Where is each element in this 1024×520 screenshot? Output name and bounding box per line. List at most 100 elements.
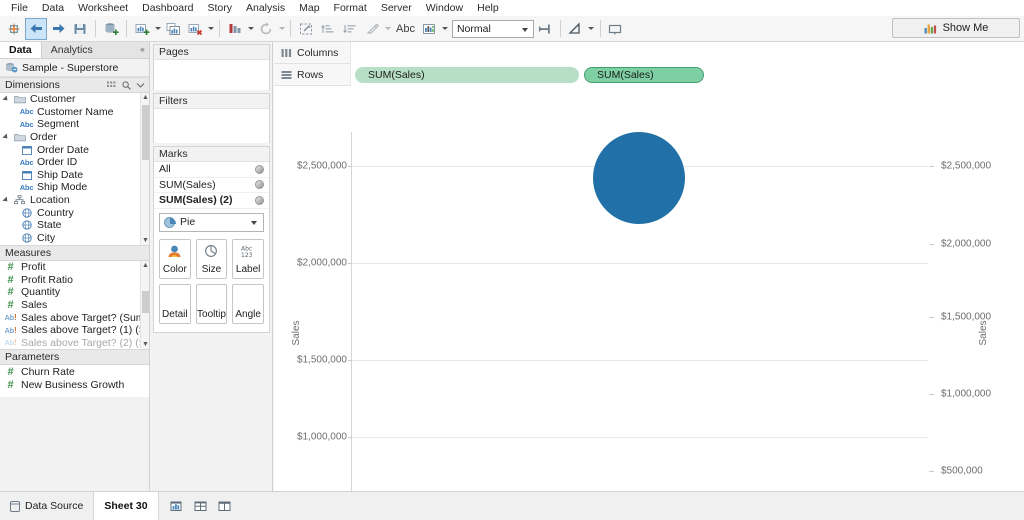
field-country[interactable]: Country bbox=[0, 206, 149, 219]
measures-list[interactable]: # Profit # Profit Ratio # Quantity # Sal… bbox=[0, 261, 149, 349]
back-arrow-icon[interactable] bbox=[25, 17, 47, 40]
new-data-source-icon[interactable] bbox=[100, 18, 122, 40]
field-location-group[interactable]: Location bbox=[0, 194, 149, 207]
pill-sum-sales-1[interactable]: SUM(Sales) bbox=[355, 66, 579, 83]
detail-button[interactable]: Detail bbox=[159, 283, 191, 324]
tab-data-source[interactable]: Data Source bbox=[0, 492, 95, 520]
angle-button[interactable]: Angle bbox=[232, 283, 264, 324]
menu-worksheet[interactable]: Worksheet bbox=[71, 0, 135, 16]
field-ship-date[interactable]: Ship Date bbox=[0, 169, 149, 182]
menu-dashboard[interactable]: Dashboard bbox=[135, 0, 200, 16]
field-customer-name[interactable]: Abc Customer Name bbox=[0, 106, 149, 119]
expand-triangle-icon[interactable] bbox=[2, 95, 10, 103]
marks-row-toggle-icon[interactable] bbox=[255, 180, 264, 190]
field-order-id[interactable]: Abc Order ID bbox=[0, 156, 149, 169]
field-new-business-growth[interactable]: # New Business Growth bbox=[0, 379, 149, 393]
marks-row-toggle-icon[interactable] bbox=[255, 195, 264, 205]
menu-window[interactable]: Window bbox=[419, 0, 470, 16]
sort-ascending-icon[interactable] bbox=[317, 18, 339, 40]
highlight-icon[interactable] bbox=[361, 18, 383, 40]
size-button[interactable]: Size bbox=[195, 238, 228, 279]
field-profit-ratio[interactable]: # Profit Ratio bbox=[0, 274, 149, 287]
dimensions-list[interactable]: Customer Abc Customer Name Abc Segment O… bbox=[0, 93, 149, 245]
refresh-data-icon[interactable] bbox=[255, 18, 277, 40]
pill-sum-sales-2[interactable]: SUM(Sales) bbox=[584, 66, 704, 83]
menu-server[interactable]: Server bbox=[374, 0, 419, 16]
scroll-down-icon[interactable]: ▼ bbox=[141, 236, 149, 245]
field-city[interactable]: City bbox=[0, 232, 149, 245]
new-dashboard-icon[interactable] bbox=[193, 499, 208, 513]
marks-row-toggle-icon[interactable] bbox=[255, 164, 264, 174]
format-icon[interactable] bbox=[565, 18, 587, 40]
field-sales-above-target-sum[interactable]: Ab Sales above Target? (Sum) bbox=[0, 311, 149, 324]
fit-select[interactable]: Normal bbox=[451, 19, 534, 38]
field-quantity[interactable]: # Quantity bbox=[0, 286, 149, 299]
pages-drop-area[interactable] bbox=[154, 60, 269, 90]
fix-axes-icon[interactable] bbox=[534, 18, 556, 40]
menu-data[interactable]: Data bbox=[35, 0, 71, 16]
marks-row-sum-sales[interactable]: SUM(Sales) bbox=[154, 178, 269, 193]
field-sales-above-target-1[interactable]: Ab Sales above Target? (1) (Su... bbox=[0, 324, 149, 337]
format-dropdown-caret-icon[interactable] bbox=[587, 18, 596, 40]
plot-area[interactable]: $2,500,000 $2,000,000 $1,500,000 $1,000,… bbox=[297, 132, 928, 520]
menu-help[interactable]: Help bbox=[470, 0, 506, 16]
filters-drop-area[interactable] bbox=[154, 109, 269, 143]
pin-icon[interactable]: ⌖ bbox=[140, 45, 145, 55]
marks-row-sum-sales-2[interactable]: SUM(Sales) (2) bbox=[154, 193, 269, 209]
field-segment[interactable]: Abc Segment bbox=[0, 118, 149, 131]
field-state[interactable]: State bbox=[0, 219, 149, 232]
mark-type-select[interactable]: Pie bbox=[159, 212, 264, 232]
menu-file[interactable]: File bbox=[4, 0, 35, 16]
dimensions-scrollbar[interactable]: ▲ ▼ bbox=[140, 93, 149, 245]
forward-arrow-icon[interactable] bbox=[47, 18, 69, 40]
field-customer-group[interactable]: Customer bbox=[0, 93, 149, 106]
swap-dropdown-caret-icon[interactable] bbox=[246, 18, 255, 40]
search-icon[interactable] bbox=[122, 80, 131, 90]
refresh-dropdown-caret-icon[interactable] bbox=[277, 18, 286, 40]
save-icon[interactable] bbox=[69, 18, 91, 40]
swap-rows-columns-icon[interactable] bbox=[224, 18, 246, 40]
show-me-button[interactable]: Show Me bbox=[892, 18, 1020, 38]
tableau-logo-icon[interactable] bbox=[3, 18, 25, 40]
data-source-row[interactable]: Sample - Superstore bbox=[0, 59, 149, 77]
color-button[interactable]: Color bbox=[159, 238, 191, 279]
tab-sheet-30[interactable]: Sheet 30 bbox=[94, 492, 159, 520]
grid-view-icon[interactable] bbox=[107, 81, 117, 89]
field-ship-mode[interactable]: Abc Ship Mode bbox=[0, 181, 149, 194]
presentation-mode-icon[interactable] bbox=[419, 18, 441, 40]
new-story-icon[interactable] bbox=[217, 499, 232, 513]
field-sales-above-target-2[interactable]: Ab Sales above Target? (2) (Su... bbox=[0, 337, 149, 349]
new-worksheet-icon[interactable] bbox=[169, 499, 184, 513]
clear-sheet-icon[interactable] bbox=[184, 18, 206, 40]
scroll-up-icon[interactable]: ▲ bbox=[141, 261, 149, 270]
scroll-up-icon[interactable]: ▲ bbox=[141, 93, 149, 102]
show-mark-labels-label[interactable]: Abc bbox=[392, 23, 419, 35]
new-worksheet-icon[interactable] bbox=[131, 18, 153, 40]
rows-drop-area[interactable]: SUM(Sales) SUM(Sales) bbox=[350, 63, 1024, 86]
parameters-list[interactable]: # Churn Rate # New Business Growth bbox=[0, 365, 149, 397]
columns-drop-area[interactable] bbox=[350, 41, 1024, 64]
field-churn-rate[interactable]: # Churn Rate bbox=[0, 365, 149, 379]
expand-triangle-icon[interactable] bbox=[2, 133, 10, 141]
field-profit[interactable]: # Profit bbox=[0, 261, 149, 274]
new-worksheet-dropdown-caret-icon[interactable] bbox=[153, 18, 162, 40]
field-sales[interactable]: # Sales bbox=[0, 299, 149, 312]
menu-analysis[interactable]: Analysis bbox=[239, 0, 292, 16]
scrollbar-thumb[interactable] bbox=[142, 291, 149, 313]
tooltip-button[interactable]: Tooltip bbox=[195, 283, 228, 324]
chevron-down-icon[interactable] bbox=[136, 82, 145, 88]
right-axis[interactable]: $2,500,000 $2,000,000 $1,500,000 $1,000,… bbox=[929, 132, 1024, 520]
pie-mark[interactable] bbox=[593, 132, 685, 224]
menu-format[interactable]: Format bbox=[327, 0, 374, 16]
tab-analytics[interactable]: Analytics bbox=[42, 42, 102, 58]
tab-data[interactable]: Data bbox=[0, 42, 42, 58]
field-order-date[interactable]: Order Date bbox=[0, 143, 149, 156]
expand-triangle-icon[interactable] bbox=[2, 196, 10, 204]
menu-map[interactable]: Map bbox=[292, 0, 326, 16]
label-button[interactable]: Abc 123 Label bbox=[232, 238, 264, 279]
scroll-down-icon[interactable]: ▼ bbox=[141, 340, 149, 349]
highlight-dropdown-caret-icon[interactable] bbox=[383, 18, 392, 40]
sort-descending-icon[interactable] bbox=[339, 18, 361, 40]
slideshow-icon[interactable] bbox=[605, 18, 627, 40]
menu-story[interactable]: Story bbox=[200, 0, 239, 16]
